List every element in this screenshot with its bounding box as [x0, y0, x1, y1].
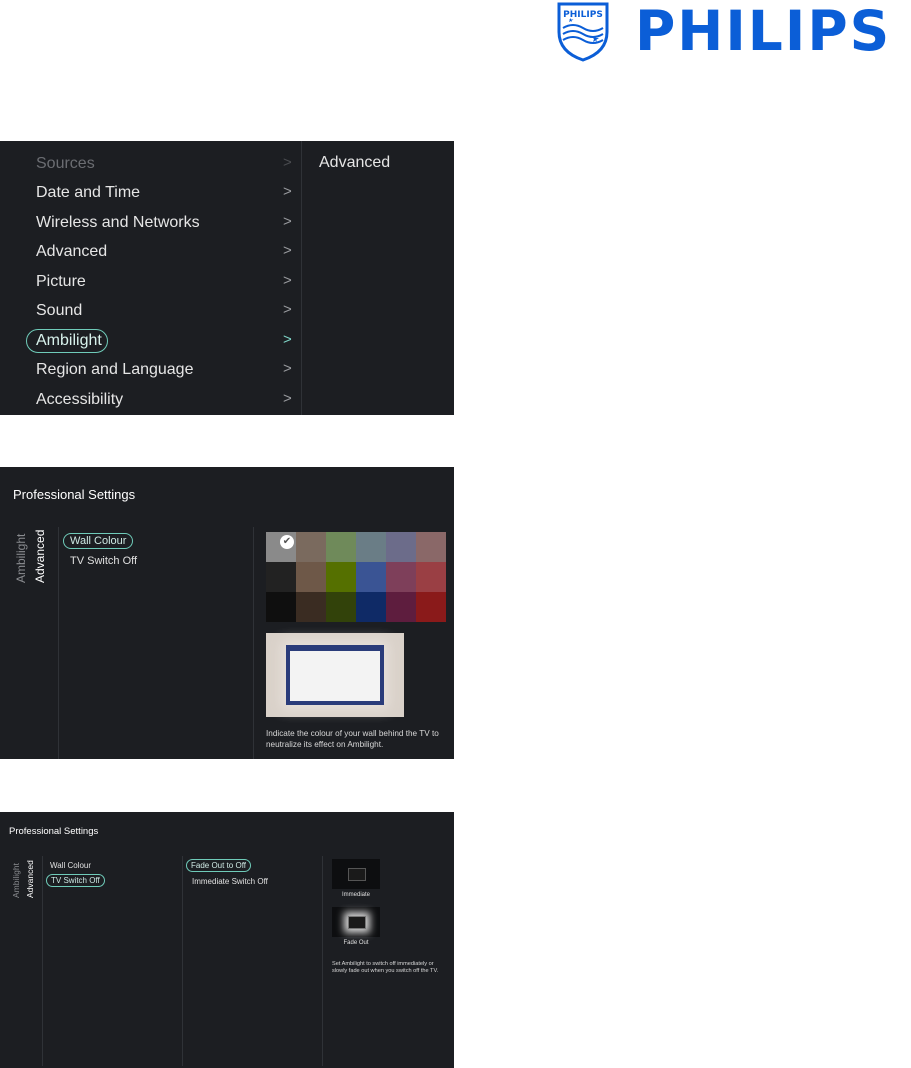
menu-item-sources[interactable]: Sources [36, 155, 95, 173]
colour-swatch[interactable] [296, 532, 326, 562]
shield-text: PHILIPS [563, 10, 603, 20]
menu-item-region-and-language[interactable]: Region and Language [36, 361, 193, 379]
chevron-right-icon: > [283, 301, 292, 318]
settings-menu-panel: Sources Date and Time Wireless and Netwo… [0, 141, 454, 415]
menu-item-wireless-and-networks[interactable]: Wireless and Networks [36, 214, 200, 232]
menu-item-advanced[interactable]: Advanced [36, 243, 107, 261]
menu-item-sound[interactable]: Sound [36, 302, 82, 320]
colour-swatch[interactable] [266, 562, 296, 592]
colour-swatch[interactable] [296, 562, 326, 592]
philips-shield-icon: PHILIPS [557, 2, 609, 62]
help-text: Set Ambilight to switch off immediately … [332, 961, 439, 974]
colour-swatch[interactable] [386, 592, 416, 622]
room-preview-image [266, 633, 404, 717]
immediate-preview-image [332, 859, 380, 889]
preview-label-fade-out: Fade Out [343, 940, 369, 946]
menu-item-accessibility[interactable]: Accessibility [36, 391, 123, 409]
menu-item-ambilight[interactable]: Ambilight [36, 332, 102, 350]
chevron-right-icon: > [283, 183, 292, 200]
page-title: Professional Settings [9, 826, 99, 837]
option-wall-colour[interactable]: Wall Colour [50, 861, 91, 870]
divider [322, 856, 323, 1066]
colour-swatch[interactable] [356, 532, 386, 562]
chevron-right-icon: > [283, 272, 292, 289]
page-title: Professional Settings [13, 487, 136, 502]
option-fade-out-to-off[interactable]: Fade Out to Off [186, 859, 251, 872]
breadcrumb-parent[interactable]: Ambilight [14, 534, 28, 583]
checkmark-icon: ✔ [280, 535, 294, 549]
chevron-right-icon: > [283, 331, 292, 348]
breadcrumb-current[interactable]: Advanced [33, 530, 47, 583]
colour-swatch[interactable] [416, 562, 446, 592]
colour-swatch[interactable] [356, 562, 386, 592]
option-wall-colour[interactable]: Wall Colour [63, 533, 134, 549]
divider [301, 141, 302, 415]
colour-swatch[interactable] [326, 532, 356, 562]
philips-wordmark: PHILIPS [635, 0, 892, 63]
colour-swatch[interactable] [386, 562, 416, 592]
chevron-right-icon: > [283, 213, 292, 230]
colour-swatch[interactable] [266, 592, 296, 622]
help-text: Indicate the colour of your wall behind … [266, 729, 439, 749]
divider [42, 856, 43, 1066]
chevron-right-icon: > [283, 242, 292, 259]
option-tv-switch-off[interactable]: TV Switch Off [70, 555, 137, 567]
colour-swatch[interactable] [326, 592, 356, 622]
submenu-item-advanced[interactable]: Advanced [319, 154, 390, 172]
colour-swatch[interactable] [416, 532, 446, 562]
option-tv-switch-off[interactable]: TV Switch Off [46, 874, 105, 887]
menu-item-date-and-time[interactable]: Date and Time [36, 184, 140, 202]
divider [253, 527, 254, 759]
fade-out-preview-image [332, 907, 380, 937]
breadcrumb-parent[interactable]: Ambilight [11, 863, 21, 898]
colour-swatch[interactable] [296, 592, 326, 622]
option-immediate-switch-off[interactable]: Immediate Switch Off [192, 877, 268, 886]
tv-switch-off-panel: Professional Settings Ambilight Advanced… [0, 812, 454, 1068]
divider [182, 856, 183, 1066]
divider [58, 527, 59, 759]
chevron-right-icon: > [283, 154, 292, 171]
colour-swatch[interactable] [416, 592, 446, 622]
colour-swatch[interactable] [356, 592, 386, 622]
colour-swatch[interactable] [386, 532, 416, 562]
breadcrumb-current[interactable]: Advanced [25, 860, 35, 898]
wall-colour-panel: Professional Settings Ambilight Advanced… [0, 467, 454, 759]
menu-item-picture[interactable]: Picture [36, 273, 86, 291]
tv-preview-icon [286, 645, 384, 705]
chevron-right-icon: > [283, 390, 292, 407]
chevron-right-icon: > [283, 360, 292, 377]
colour-swatch[interactable] [326, 562, 356, 592]
preview-label-immediate: Immediate [341, 892, 370, 898]
